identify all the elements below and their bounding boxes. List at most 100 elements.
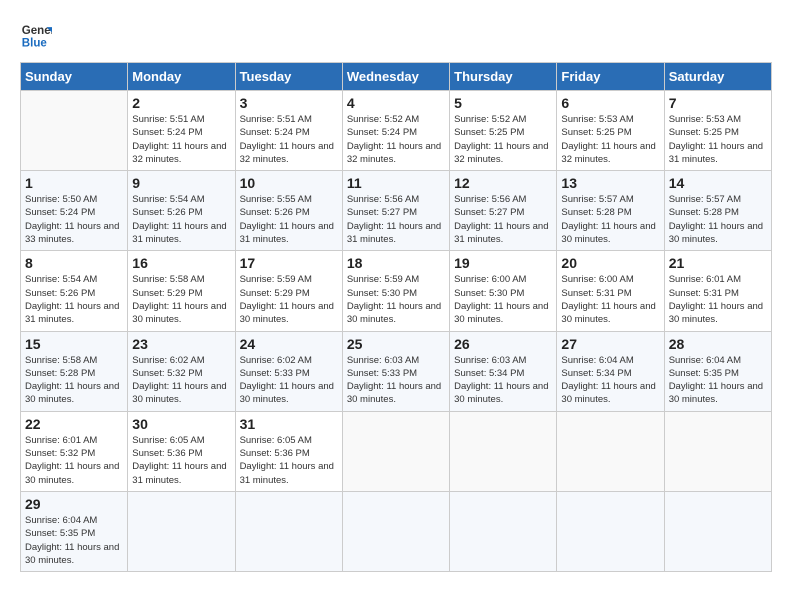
calendar-cell — [235, 491, 342, 571]
calendar-cell: 9 Sunrise: 5:54 AMSunset: 5:26 PMDaylight… — [128, 171, 235, 251]
day-info: Sunrise: 6:01 AMSunset: 5:31 PMDaylight:… — [669, 274, 763, 325]
header-sunday: Sunday — [21, 63, 128, 91]
day-info: Sunrise: 5:53 AMSunset: 5:25 PMDaylight:… — [669, 114, 763, 165]
day-number: 6 — [561, 95, 659, 111]
calendar-cell: 3Sunrise: 5:51 AMSunset: 5:24 PMDaylight… — [235, 91, 342, 171]
day-number: 18 — [347, 255, 445, 271]
calendar-cell — [450, 411, 557, 491]
day-info: Sunrise: 6:04 AMSunset: 5:35 PMDaylight:… — [669, 355, 763, 406]
day-number: 1 — [25, 175, 123, 191]
day-number: 20 — [561, 255, 659, 271]
calendar-cell — [450, 491, 557, 571]
header-tuesday: Tuesday — [235, 63, 342, 91]
header-thursday: Thursday — [450, 63, 557, 91]
calendar-cell — [342, 491, 449, 571]
day-info: Sunrise: 6:02 AMSunset: 5:33 PMDaylight:… — [240, 355, 334, 406]
calendar-week-0: 2Sunrise: 5:51 AMSunset: 5:24 PMDaylight… — [21, 91, 772, 171]
day-info: Sunrise: 5:59 AMSunset: 5:30 PMDaylight:… — [347, 274, 441, 325]
day-number: 22 — [25, 416, 123, 432]
svg-text:General: General — [22, 25, 52, 37]
header-friday: Friday — [557, 63, 664, 91]
calendar-cell: 5Sunrise: 5:52 AMSunset: 5:25 PMDaylight… — [450, 91, 557, 171]
calendar-cell: 28Sunrise: 6:04 AMSunset: 5:35 PMDayligh… — [664, 331, 771, 411]
day-number: 19 — [454, 255, 552, 271]
header-monday: Monday — [128, 63, 235, 91]
calendar-cell: 25 Sunrise: 6:03 AMSunset: 5:33 PMDayligh… — [342, 331, 449, 411]
day-number: 8 — [25, 255, 123, 271]
calendar-cell: 7 Sunrise: 5:53 AMSunset: 5:25 PMDaylight… — [664, 91, 771, 171]
calendar-header: Sunday Monday Tuesday Wednesday Thursday… — [21, 63, 772, 91]
calendar-cell: 4Sunrise: 5:52 AMSunset: 5:24 PMDaylight… — [342, 91, 449, 171]
day-info: Sunrise: 5:59 AMSunset: 5:29 PMDaylight:… — [240, 274, 334, 325]
header-wednesday: Wednesday — [342, 63, 449, 91]
day-info: Sunrise: 6:01 AMSunset: 5:32 PMDaylight:… — [25, 435, 119, 486]
day-number: 5 — [454, 95, 552, 111]
day-number: 15 — [25, 336, 123, 352]
logo: General Blue — [20, 20, 56, 52]
calendar-table: Sunday Monday Tuesday Wednesday Thursday… — [20, 62, 772, 572]
day-number: 17 — [240, 255, 338, 271]
calendar-cell: 31 Sunrise: 6:05 AMSunset: 5:36 PMDayligh… — [235, 411, 342, 491]
day-number: 14 — [669, 175, 767, 191]
day-number: 13 — [561, 175, 659, 191]
day-number: 4 — [347, 95, 445, 111]
calendar-cell: 30 Sunrise: 6:05 AMSunset: 5:36 PMDayligh… — [128, 411, 235, 491]
calendar-cell: 6Sunrise: 5:53 AMSunset: 5:25 PMDaylight… — [557, 91, 664, 171]
day-info: Sunrise: 6:05 AMSunset: 5:36 PMDaylight:… — [240, 435, 334, 486]
day-info: Sunrise: 5:56 AMSunset: 5:27 PMDaylight:… — [454, 194, 548, 245]
calendar-body: 2Sunrise: 5:51 AMSunset: 5:24 PMDaylight… — [21, 91, 772, 572]
calendar-cell: 29 Sunrise: 6:04 AMSunset: 5:35 PMDayligh… — [21, 491, 128, 571]
calendar-week-4: 22 Sunrise: 6:01 AMSunset: 5:32 PMDayligh… — [21, 411, 772, 491]
calendar-cell — [128, 491, 235, 571]
day-number: 12 — [454, 175, 552, 191]
day-info: Sunrise: 5:51 AMSunset: 5:24 PMDaylight:… — [240, 114, 334, 165]
day-info: Sunrise: 5:54 AMSunset: 5:26 PMDaylight:… — [25, 274, 119, 325]
calendar-cell: 14Sunrise: 5:57 AMSunset: 5:28 PMDayligh… — [664, 171, 771, 251]
day-number: 23 — [132, 336, 230, 352]
calendar-cell — [557, 491, 664, 571]
calendar-cell: 19Sunrise: 6:00 AMSunset: 5:30 PMDayligh… — [450, 251, 557, 331]
calendar-cell: 22 Sunrise: 6:01 AMSunset: 5:32 PMDayligh… — [21, 411, 128, 491]
day-info: Sunrise: 6:03 AMSunset: 5:34 PMDaylight:… — [454, 355, 548, 406]
day-info: Sunrise: 5:54 AMSunset: 5:26 PMDaylight:… — [132, 194, 226, 245]
day-info: Sunrise: 6:04 AMSunset: 5:35 PMDaylight:… — [25, 515, 119, 566]
day-info: Sunrise: 6:00 AMSunset: 5:31 PMDaylight:… — [561, 274, 655, 325]
day-number: 31 — [240, 416, 338, 432]
calendar-cell: 2Sunrise: 5:51 AMSunset: 5:24 PMDaylight… — [128, 91, 235, 171]
day-number: 27 — [561, 336, 659, 352]
day-number: 9 — [132, 175, 230, 191]
calendar-cell: 1Sunrise: 5:50 AMSunset: 5:24 PMDaylight… — [21, 171, 128, 251]
calendar-cell: 11Sunrise: 5:56 AMSunset: 5:27 PMDayligh… — [342, 171, 449, 251]
day-info: Sunrise: 6:02 AMSunset: 5:32 PMDaylight:… — [132, 355, 226, 406]
svg-text:Blue: Blue — [22, 38, 48, 50]
day-info: Sunrise: 5:57 AMSunset: 5:28 PMDaylight:… — [561, 194, 655, 245]
day-number: 29 — [25, 496, 123, 512]
day-number: 25 — [347, 336, 445, 352]
calendar-cell — [342, 411, 449, 491]
calendar-cell: 21Sunrise: 6:01 AMSunset: 5:31 PMDayligh… — [664, 251, 771, 331]
header-saturday: Saturday — [664, 63, 771, 91]
day-number: 16 — [132, 255, 230, 271]
calendar-cell: 10Sunrise: 5:55 AMSunset: 5:26 PMDayligh… — [235, 171, 342, 251]
day-info: Sunrise: 6:03 AMSunset: 5:33 PMDaylight:… — [347, 355, 441, 406]
calendar-cell — [664, 411, 771, 491]
calendar-cell: 26Sunrise: 6:03 AMSunset: 5:34 PMDayligh… — [450, 331, 557, 411]
calendar-cell: 8 Sunrise: 5:54 AMSunset: 5:26 PMDaylight… — [21, 251, 128, 331]
calendar-cell — [664, 491, 771, 571]
calendar-cell: 16Sunrise: 5:58 AMSunset: 5:29 PMDayligh… — [128, 251, 235, 331]
weekday-header-row: Sunday Monday Tuesday Wednesday Thursday… — [21, 63, 772, 91]
calendar-week-5: 29 Sunrise: 6:04 AMSunset: 5:35 PMDayligh… — [21, 491, 772, 571]
calendar-cell: 17 Sunrise: 5:59 AMSunset: 5:29 PMDayligh… — [235, 251, 342, 331]
page-header: General Blue — [20, 20, 772, 52]
day-info: Sunrise: 5:58 AMSunset: 5:28 PMDaylight:… — [25, 355, 119, 406]
calendar-cell: 20 Sunrise: 6:00 AMSunset: 5:31 PMDayligh… — [557, 251, 664, 331]
calendar-cell: 24 Sunrise: 6:02 AMSunset: 5:33 PMDayligh… — [235, 331, 342, 411]
calendar-cell: 15 Sunrise: 5:58 AMSunset: 5:28 PMDayligh… — [21, 331, 128, 411]
day-number: 11 — [347, 175, 445, 191]
day-number: 30 — [132, 416, 230, 432]
day-info: Sunrise: 6:04 AMSunset: 5:34 PMDaylight:… — [561, 355, 655, 406]
day-info: Sunrise: 6:05 AMSunset: 5:36 PMDaylight:… — [132, 435, 226, 486]
day-number: 24 — [240, 336, 338, 352]
day-number: 7 — [669, 95, 767, 111]
calendar-cell: 27 Sunrise: 6:04 AMSunset: 5:34 PMDayligh… — [557, 331, 664, 411]
